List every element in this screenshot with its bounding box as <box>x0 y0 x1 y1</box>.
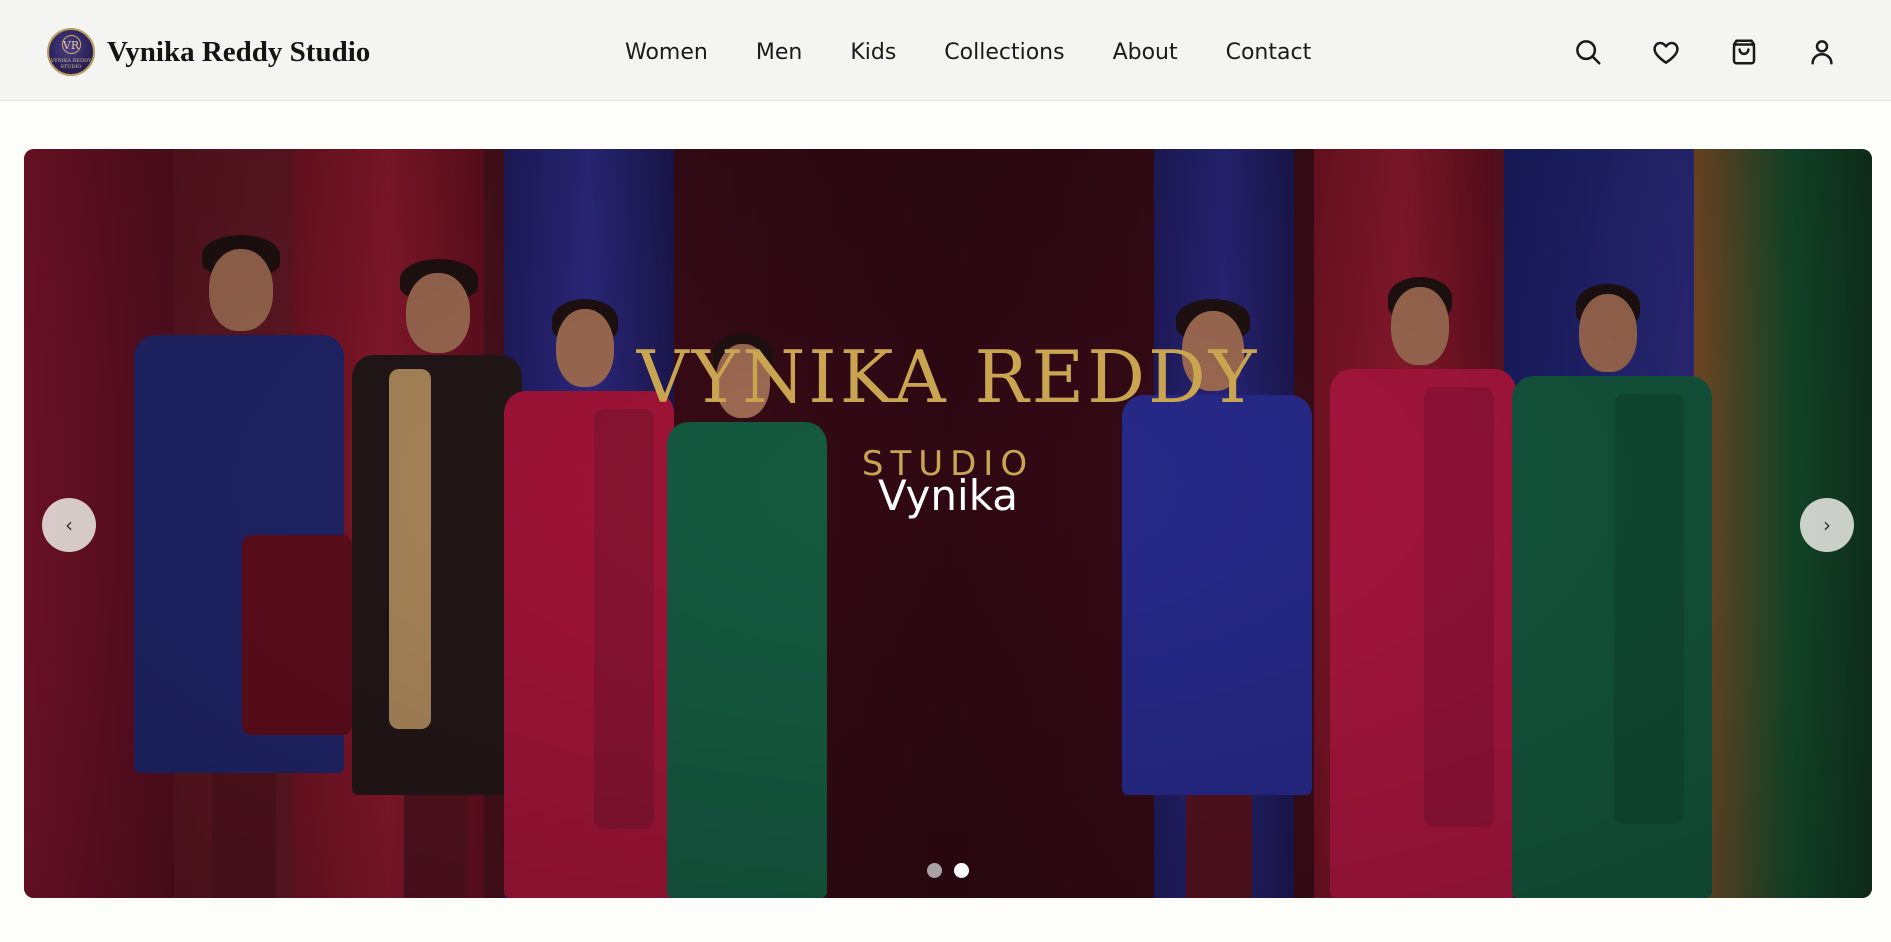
search-icon[interactable] <box>1570 34 1606 70</box>
nav-men[interactable]: Men <box>756 36 802 70</box>
heart-icon[interactable] <box>1648 34 1684 70</box>
main-nav: Women Men Kids Collections About Contact <box>625 36 1311 70</box>
logo-monogram: VR <box>62 39 80 52</box>
carousel-dot-1[interactable] <box>927 863 942 878</box>
nav-about[interactable]: About <box>1113 36 1178 70</box>
brand-name[interactable]: Vynika Reddy Studio <box>107 36 370 69</box>
chevron-left-icon: ‹ <box>65 513 73 537</box>
nav-women[interactable]: Women <box>625 36 708 70</box>
hero-overlay <box>24 149 1872 898</box>
bag-icon[interactable] <box>1726 34 1762 70</box>
nav-collections[interactable]: Collections <box>944 36 1064 70</box>
nav-kids[interactable]: Kids <box>850 36 896 70</box>
brand[interactable]: VR VYNIKA REDDY STUDIO Vynika Reddy Stud… <box>47 27 370 77</box>
carousel-dot-2[interactable] <box>954 863 969 878</box>
user-icon[interactable] <box>1804 34 1840 70</box>
chevron-right-icon: › <box>1823 513 1831 537</box>
header-actions <box>1570 34 1833 70</box>
carousel-next-button[interactable]: › <box>1800 498 1854 552</box>
site-header: VR VYNIKA REDDY STUDIO Vynika Reddy Stud… <box>0 0 1891 101</box>
brand-logo[interactable]: VR VYNIKA REDDY STUDIO <box>47 28 95 76</box>
carousel-indicators <box>927 863 969 878</box>
hero-logo-title: VYNIKA REDDY <box>636 335 1260 419</box>
carousel-prev-button[interactable]: ‹ <box>42 498 96 552</box>
hero-carousel[interactable]: VYNIKA REDDY STUDIO Vynika ‹ › <box>24 149 1872 898</box>
logo-text: VYNIKA REDDY STUDIO <box>50 58 92 70</box>
nav-contact[interactable]: Contact <box>1226 36 1312 70</box>
hero-caption: Vynika <box>877 471 1019 520</box>
